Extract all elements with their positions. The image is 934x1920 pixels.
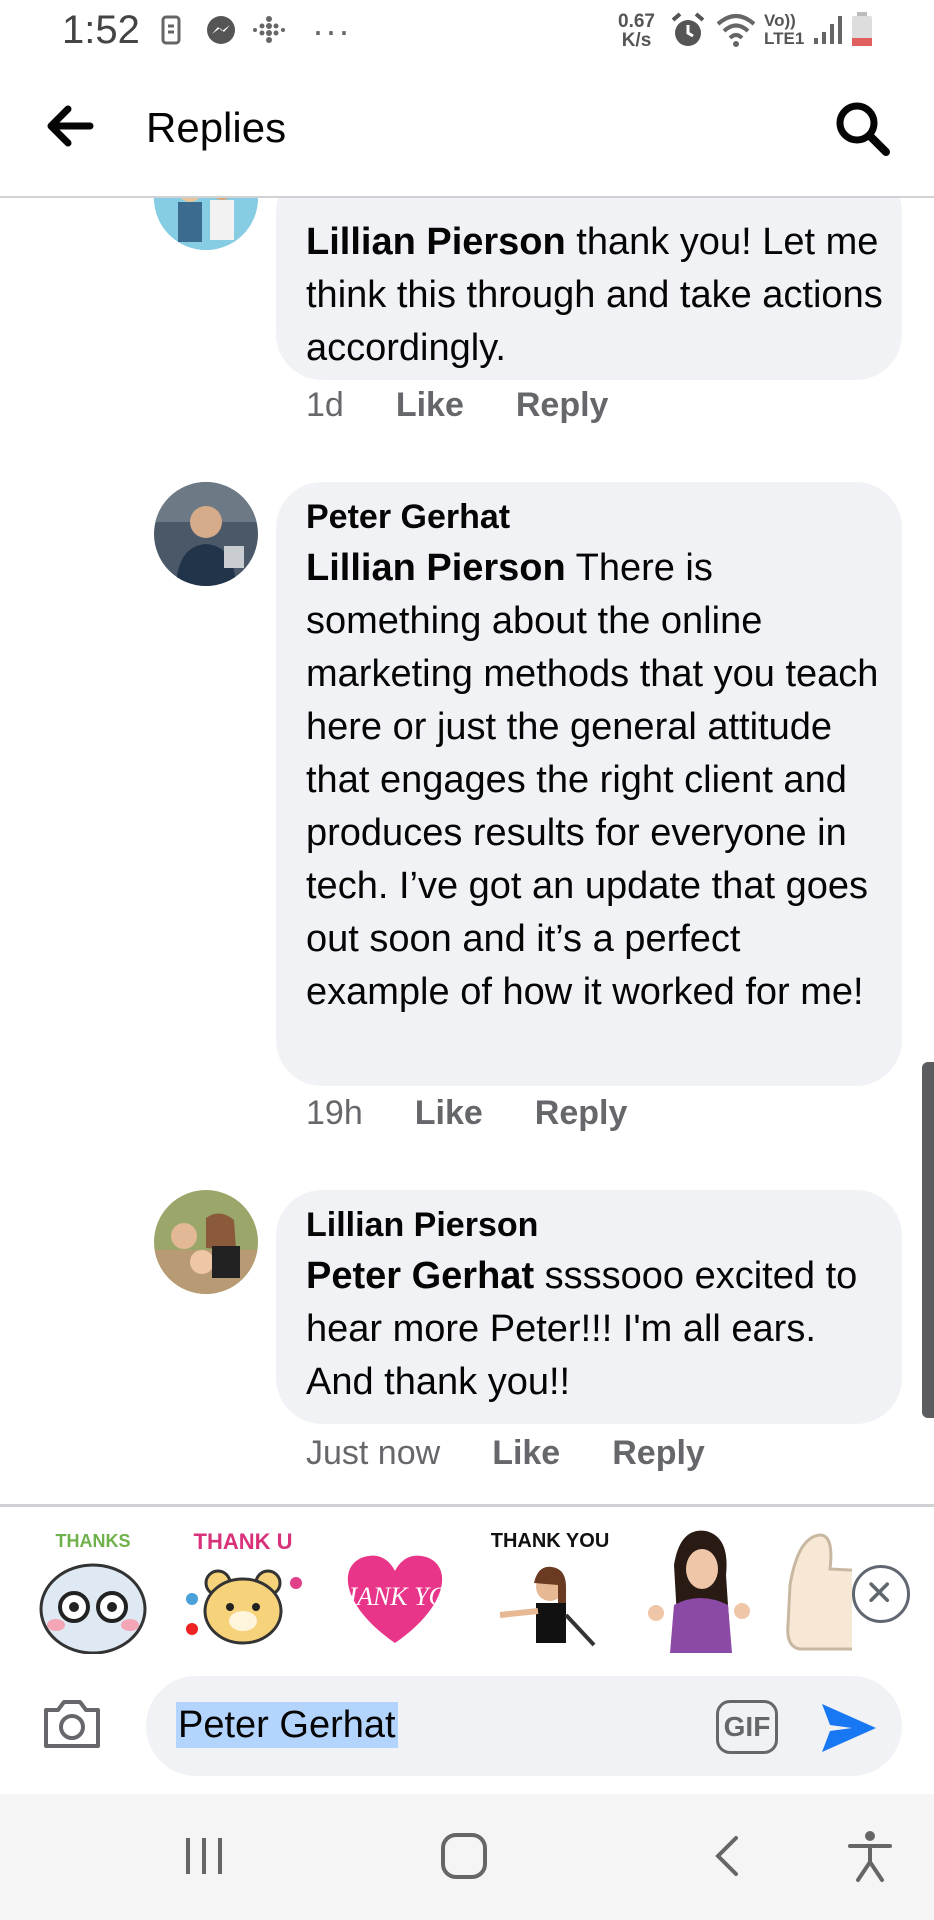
reply-button[interactable]: Reply [612, 1434, 705, 1472]
comment-input-text[interactable]: Peter Gerhat [176, 1702, 398, 1748]
comment-time: 19h [306, 1094, 363, 1132]
comment-time: 1d [306, 386, 344, 424]
avatar[interactable] [154, 482, 258, 586]
comment-composer: Peter Gerhat GIF [0, 1654, 934, 1794]
reply-button[interactable]: Reply [535, 1094, 628, 1132]
comment-author[interactable]: Peter Gerhat [306, 492, 510, 542]
woman-thumbs-up-sticker[interactable] [634, 1525, 764, 1655]
camera-icon[interactable] [40, 1696, 104, 1752]
comment-time: Just now [306, 1434, 441, 1472]
page-title: Replies [146, 104, 287, 151]
comment-author[interactable]: Lillian Pierson [306, 1200, 538, 1250]
comment-text: Lillian Pierson There is something about… [306, 547, 879, 1013]
comment-bubble: Lillian Pierson thank you! Let me think … [276, 196, 902, 380]
status-bar: 1:52 ··· 0.67 K/s Vo)) LTE1 [0, 0, 934, 62]
home-icon[interactable] [436, 1828, 492, 1884]
comment-actions: Just now Like Reply [306, 1434, 757, 1473]
screenshot-icon [161, 15, 181, 45]
send-icon[interactable] [818, 1698, 880, 1758]
comment-text: Lillian Pierson thank you! Let me think … [306, 221, 883, 369]
like-button[interactable]: Like [492, 1434, 560, 1472]
like-button[interactable]: Like [415, 1094, 483, 1132]
back-nav-icon[interactable] [700, 1828, 756, 1884]
network-speed: 0.67 K/s [618, 11, 655, 51]
comment-input[interactable]: Peter Gerhat GIF [146, 1676, 902, 1776]
system-nav-bar [0, 1794, 934, 1920]
status-time: 1:52 [62, 8, 140, 52]
more-notifications-icon: ··· [312, 10, 351, 51]
comment-actions: 1d Like Reply [306, 386, 660, 425]
comment-bubble: Peter Gerhat Lillian Pierson There is so… [276, 482, 902, 1086]
fitbit-icon [253, 16, 285, 43]
sticker-caption: THANK YOU [330, 1582, 460, 1611]
replies-feed[interactable]: Lillian Pierson thank you! Let me think … [0, 196, 934, 1504]
mention[interactable]: Lillian Pierson [306, 547, 566, 589]
search-icon[interactable] [832, 98, 892, 158]
volte-label: Vo)) LTE1 [764, 11, 805, 48]
comment-text: Peter Gerhat ssssooo excited to hear mor… [306, 1255, 868, 1403]
woman-pointing-sticker[interactable]: THANK YOU [482, 1525, 612, 1655]
comment-bubble: Lillian Pierson Peter Gerhat ssssooo exc… [276, 1190, 902, 1424]
scrollbar[interactable] [922, 1062, 934, 1418]
gif-button[interactable]: GIF [716, 1700, 778, 1754]
battery-icon [852, 12, 872, 46]
signal-icon [814, 16, 842, 44]
avatar[interactable] [154, 1190, 258, 1294]
bear-glasses-sticker[interactable]: THANKS [28, 1525, 158, 1655]
alarm-icon [671, 12, 705, 46]
wifi-icon [716, 14, 756, 47]
mention[interactable]: Peter Gerhat [306, 1255, 534, 1297]
accessibility-icon[interactable] [842, 1828, 898, 1884]
arrow-left-icon[interactable] [44, 100, 96, 152]
sticker-caption: THANK YOU [491, 1530, 610, 1552]
like-button[interactable]: Like [396, 386, 464, 424]
sticker-tray: THANKS THANK U THANK YOU THANK YOU [0, 1504, 934, 1657]
comment-actions: 19h Like Reply [306, 1094, 679, 1133]
avatar[interactable] [154, 196, 258, 250]
teddy-bear-sticker[interactable]: THANK U [178, 1525, 308, 1655]
thumbs-up-sticker[interactable] [780, 1525, 852, 1655]
sticker-caption: THANK U [194, 1529, 293, 1554]
close-circle-icon[interactable] [852, 1565, 910, 1623]
mention[interactable]: Lillian Pierson [306, 221, 566, 263]
app-header: Replies [0, 62, 934, 198]
sticker-caption: THANKS [56, 1531, 131, 1551]
pink-heart-sticker[interactable]: THANK YOU [324, 1525, 468, 1655]
messenger-icon [207, 16, 235, 44]
reply-button[interactable]: Reply [516, 386, 609, 424]
recent-apps-icon[interactable] [176, 1828, 232, 1884]
